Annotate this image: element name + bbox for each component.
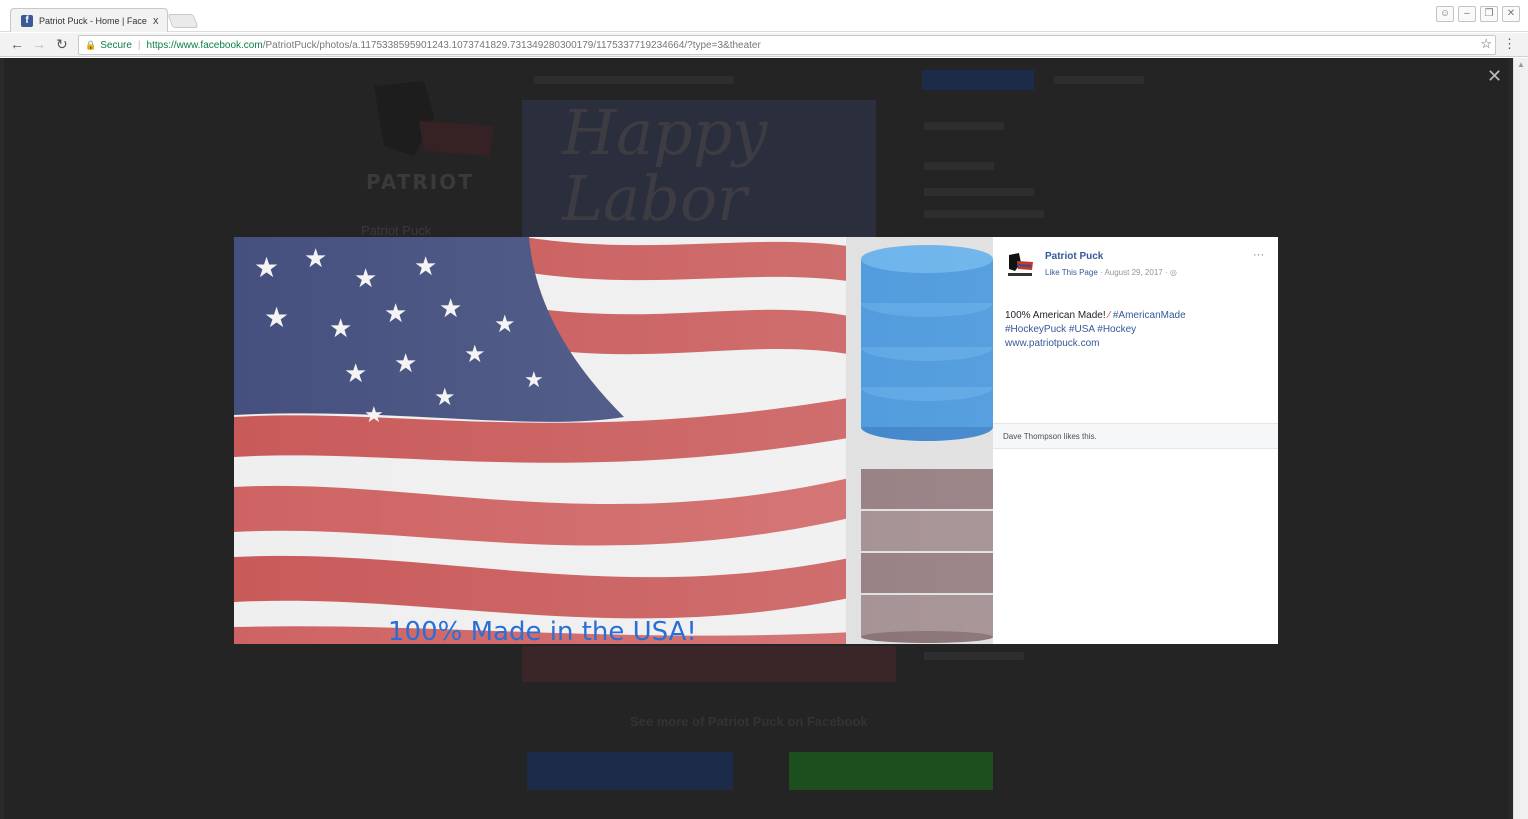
post-text: 100% American Made! ⁄ #AmericanMade #Hoc…: [1005, 309, 1255, 351]
photo-caption: 100% Made in the USA!: [388, 617, 697, 644]
background-like-button: [922, 70, 1034, 90]
page-scrollbar[interactable]: ▲: [1513, 58, 1528, 819]
omnibox-separator: |: [137, 39, 141, 51]
secure-label: Secure: [100, 39, 132, 51]
new-tab-button[interactable]: [167, 14, 199, 28]
tab-title: Patriot Puck - Home | Face: [39, 15, 147, 26]
url-host: https://www.facebook.com: [146, 39, 263, 51]
globe-icon: ◎: [1169, 268, 1177, 277]
background-footer-line: [924, 652, 1024, 660]
tab-close-icon[interactable]: x: [153, 15, 159, 27]
url-input[interactable]: 🔒 Secure | https://www.facebook.com /Pat…: [78, 35, 1496, 55]
reload-icon[interactable]: ↻: [56, 36, 68, 53]
background-invite-line: [924, 188, 1034, 196]
background-share-bar: [1054, 76, 1144, 84]
post-more-button[interactable]: ···: [1253, 249, 1264, 261]
background-login-button: [527, 752, 733, 790]
flag-and-pucks-image: ★ ★ ★ ★ ★ ★ ★ ★ ★ ★ ★ ★ ★ ★ ★: [234, 237, 993, 644]
background-cover-text: Happy Labor: [562, 100, 768, 235]
address-bar: ← → ↻ 🔒 Secure | https://www.facebook.co…: [0, 33, 1528, 57]
forward-arrow-icon[interactable]: →: [32, 36, 46, 52]
post-sidebar: Patriot Puck Like This Page · August 29,…: [993, 237, 1278, 644]
background-signup-button: [789, 752, 993, 790]
profile-icon[interactable]: ☺: [1436, 6, 1454, 22]
window-close-icon[interactable]: ✕: [1502, 6, 1520, 22]
background-cover-photo: Happy Labor: [522, 100, 876, 240]
url-path: /PatriotPuck/photos/a.1175338595901243.1…: [262, 39, 761, 51]
scroll-up-icon[interactable]: ▲: [1517, 60, 1525, 69]
browser-menu-icon[interactable]: ⋮: [1503, 36, 1516, 52]
background-see-more: See more of Patriot Puck on Facebook: [630, 714, 868, 729]
theater-close-icon[interactable]: ✕: [1487, 66, 1502, 87]
page-avatar-icon[interactable]: [1005, 251, 1035, 281]
background-post-image: [522, 646, 896, 682]
browser-tabstrip: f Patriot Puck - Home | Face x ☺ – ❐ ✕: [0, 0, 1528, 32]
post-date[interactable]: · August 29, 2017 ·: [1098, 268, 1170, 277]
lock-icon: 🔒: [85, 39, 97, 50]
back-arrow-icon[interactable]: ←: [10, 36, 24, 52]
background-about-line: [924, 122, 1004, 130]
hashtags-line[interactable]: #HockeyPuck #USA #Hockey: [1005, 324, 1136, 335]
restore-icon[interactable]: ❐: [1480, 6, 1498, 22]
post-photo[interactable]: ★ ★ ★ ★ ★ ★ ★ ★ ★ ★ ★ ★ ★ ★ ★: [234, 237, 993, 644]
background-community-line: [924, 162, 994, 170]
background-logo-text: PATRIOT: [366, 170, 474, 194]
website-link[interactable]: www.patriotpuck.com: [1005, 338, 1099, 349]
background-likes-line: [924, 210, 1044, 218]
browser-tab[interactable]: f Patriot Puck - Home | Face x: [10, 8, 168, 32]
likes-summary[interactable]: Dave Thompson likes this.: [993, 423, 1278, 449]
post-meta: Like This Page · August 29, 2017 · ◎: [1045, 268, 1177, 277]
window-controls: ☺ – ❐ ✕: [1436, 6, 1520, 22]
post-page-name[interactable]: Patriot Puck: [1045, 251, 1103, 262]
minimize-icon[interactable]: –: [1458, 6, 1476, 22]
post-text-plain: 100% American Made!: [1005, 310, 1109, 321]
like-page-link[interactable]: Like This Page: [1045, 268, 1098, 277]
hashtag-american-made[interactable]: #AmericanMade: [1110, 310, 1186, 321]
background-page-name: Patriot Puck: [361, 223, 432, 238]
background-nav-bar: [534, 76, 734, 84]
photo-viewer: ★ ★ ★ ★ ★ ★ ★ ★ ★ ★ ★ ★ ★ ★ ★: [234, 237, 1278, 644]
bookmark-star-icon[interactable]: ☆: [1480, 36, 1492, 52]
facebook-favicon-icon: f: [21, 14, 33, 27]
